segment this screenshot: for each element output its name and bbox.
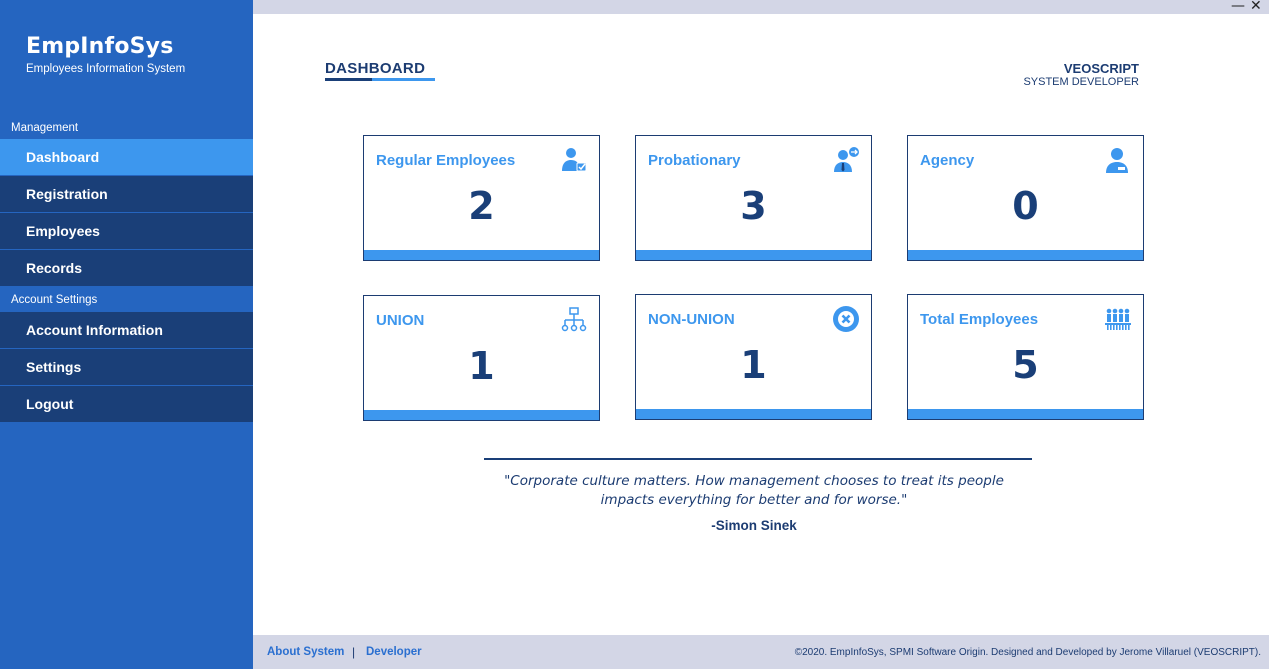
app-window: EmpInfoSys Employees Information System … — [0, 0, 1269, 669]
quote-line-1: "Corporate culture matters. How manageme… — [504, 473, 1004, 489]
quote-line-2: impacts everything for better and for wo… — [600, 492, 908, 508]
card-label: Probationary — [648, 152, 741, 169]
user-tie-icon — [834, 147, 859, 172]
nav-settings[interactable]: Settings — [0, 349, 253, 385]
card-regular-employees[interactable]: Regular Employees 2 — [363, 135, 600, 261]
nav-dashboard[interactable]: Dashboard — [0, 139, 253, 175]
card-value: 1 — [740, 343, 767, 387]
org-chart-icon — [561, 307, 587, 332]
card-value: 5 — [1012, 343, 1039, 387]
about-system-link[interactable]: About System — [267, 646, 344, 658]
quote-text: "Corporate culture matters. How manageme… — [484, 472, 1024, 510]
app-logo-text: EmpInfoSys — [26, 34, 174, 59]
card-accent-bar — [636, 250, 871, 260]
title-strip: — ✕ — [253, 0, 1269, 14]
brand: EmpInfoSys Employees Information System — [26, 34, 185, 75]
nav-logout[interactable]: Logout — [0, 386, 253, 422]
section-label-account-settings: Account Settings — [11, 294, 98, 306]
user-check-icon — [562, 148, 587, 172]
copyright-text: ©2020. EmpInfoSys, SPMI Software Origin.… — [794, 647, 1261, 658]
footer-separator: | — [352, 645, 356, 659]
nav-account-information[interactable]: Account Information — [0, 312, 253, 348]
quote-divider — [484, 458, 1032, 460]
card-label: NON-UNION — [648, 311, 735, 328]
card-value: 3 — [740, 184, 767, 228]
nav-records[interactable]: Records — [0, 250, 253, 286]
user-role: SYSTEM DEVELOPER — [1023, 76, 1139, 88]
title-underline — [325, 78, 435, 81]
app-subtitle: Employees Information System — [26, 63, 186, 75]
minimize-button[interactable]: — — [1231, 0, 1245, 14]
x-circle-icon — [833, 306, 859, 332]
close-button[interactable]: ✕ — [1250, 0, 1262, 14]
sidebar: EmpInfoSys Employees Information System … — [0, 0, 253, 669]
card-accent-bar — [908, 250, 1143, 260]
card-agency[interactable]: Agency 0 — [907, 135, 1144, 261]
card-label: Regular Employees — [376, 152, 516, 169]
card-accent-bar — [364, 410, 599, 420]
card-probationary[interactable]: Probationary 3 — [635, 135, 872, 261]
footer: About System | Developer ©2020. EmpInfoS… — [253, 635, 1269, 669]
nav-employees[interactable]: Employees — [0, 213, 253, 249]
developer-link[interactable]: Developer — [366, 646, 422, 658]
card-accent-bar — [908, 409, 1143, 419]
card-accent-bar — [636, 409, 871, 419]
user-name: VEOSCRIPT — [1063, 61, 1139, 76]
card-accent-bar — [364, 250, 599, 260]
section-label-management: Management — [11, 122, 79, 134]
nav-registration[interactable]: Registration — [0, 176, 253, 212]
card-label: Agency — [920, 152, 975, 169]
user-badge-icon — [1106, 148, 1128, 173]
group-icon — [1105, 308, 1131, 330]
card-value: 0 — [1012, 184, 1039, 228]
card-non-union[interactable]: NON-UNION 1 — [635, 294, 872, 420]
page-title: DASHBOARD — [325, 60, 426, 77]
card-value: 1 — [468, 344, 495, 388]
card-label: Total Employees — [920, 311, 1039, 328]
card-total-employees[interactable]: Total Employees 5 — [907, 294, 1144, 420]
card-label: UNION — [376, 312, 425, 329]
card-union[interactable]: UNION 1 — [363, 295, 600, 421]
quote-author: -Simon Sinek — [711, 518, 797, 533]
card-value: 2 — [468, 184, 495, 228]
